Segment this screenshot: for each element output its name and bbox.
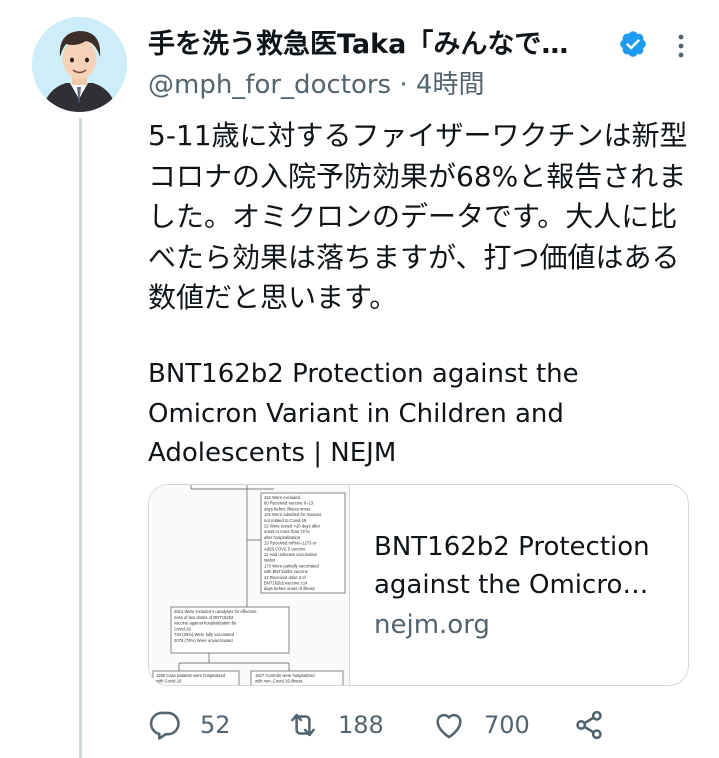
more-dots-icon[interactable]: [668, 32, 694, 60]
thumb-text: Covid-19: [174, 626, 191, 631]
tweet-text: 5-11歳に対するファイザーワクチンは新型コロナの入院予防効果が68%と報告され…: [148, 119, 688, 314]
share-button[interactable]: [572, 703, 624, 747]
thumb-text: 13 Received mRNA-1273 or: [264, 541, 317, 546]
thumb-text: 2078 (74%) Were unvaccinated: [174, 638, 233, 643]
thumb-text: ness of two doses of BNT162b2: [174, 615, 234, 620]
thumb-text: 42 Received dose 3 of: [264, 575, 307, 580]
thumb-text: with Covid-19: [156, 679, 182, 684]
card-domain: nejm.org: [374, 610, 490, 640]
thumb-text: vaccine against hospitalization for: [174, 621, 237, 626]
verified-badge-icon: [620, 31, 646, 57]
share-icon: [576, 710, 602, 740]
thumb-text: onset or more than 72 hr: [264, 529, 310, 534]
thumb-text: days before onset of illness: [264, 586, 315, 591]
thumb-text: with BNT162b2 vaccine: [264, 569, 309, 574]
thumb-text: 422 Were excluded: [264, 495, 301, 500]
tweet-header: 手を洗う救急医Taka「みんなで…: [148, 26, 708, 66]
retweet-count: 188: [338, 711, 384, 739]
thumb-text: not related to Covid-19: [264, 518, 307, 523]
thumb-text: 22 Were tested >10 days after: [264, 524, 321, 529]
retweet-icon: [291, 713, 315, 737]
avatar-illustration: [32, 17, 127, 112]
card-title[interactable]: BNT162b2 Protection against the Omicro…: [374, 528, 674, 604]
reply-button[interactable]: 52: [148, 703, 231, 747]
reply-icon: [149, 711, 180, 740]
tweet-time[interactable]: 4時間: [416, 70, 485, 100]
card-thumbnail: 422 Were excluded60 Received vaccine 0–1…: [149, 485, 350, 685]
thumb-text: with non–Covid-19 illness: [255, 679, 302, 684]
heart-icon: [436, 713, 462, 739]
thumb-text: Ad26.COV2.S vaccine: [264, 546, 306, 551]
thumb-text: 173 Were partially vaccinated: [264, 563, 320, 568]
card-title-line1: BNT162b2 Protection: [374, 532, 650, 562]
link-preview-card[interactable]: 422 Were excluded 60 Received vaccine 0–1…: [148, 484, 689, 686]
tweet-actions: 52 188 700: [148, 703, 688, 747]
thread-line: [79, 118, 82, 758]
handle-line: @mph_for_doctors · 4時間: [148, 67, 484, 103]
thumb-text: status: [264, 558, 275, 563]
retweet-button[interactable]: 188: [286, 703, 384, 747]
reply-count: 52: [200, 711, 231, 739]
user-handle[interactable]: @mph_for_doctors: [148, 70, 391, 100]
thumb-text: 11 Had unknown vaccination: [264, 552, 318, 557]
thumb-text: 734 (26%) Were fully vaccinated: [174, 632, 235, 637]
link-title[interactable]: BNT162b2 Protection against the Omicron …: [148, 355, 688, 474]
thumb-text: after hospitalization: [264, 535, 301, 540]
thumb-text: 1185 Case patients were hospitalized: [156, 673, 226, 678]
card-title-line2: against the Omicro…: [374, 570, 649, 600]
like-count: 700: [484, 711, 530, 739]
separator-dot: ·: [399, 70, 408, 100]
avatar[interactable]: [32, 17, 127, 112]
thumb-text: 1627 Controls were hospitalized: [255, 673, 315, 678]
display-name[interactable]: 手を洗う救急医Taka「みんなで…: [148, 26, 568, 64]
like-button[interactable]: 700: [432, 703, 530, 747]
thumb-text: 101 Were admitted for reasons: [264, 512, 321, 517]
thumb-text: days before illness onset: [264, 506, 311, 511]
thumb-text: BNT162b2 vaccine ≥14: [264, 581, 308, 586]
thumb-text: 2812 Were included in analyses for effec…: [174, 609, 258, 614]
thumb-text: 60 Received vaccine 0–13: [264, 501, 314, 506]
